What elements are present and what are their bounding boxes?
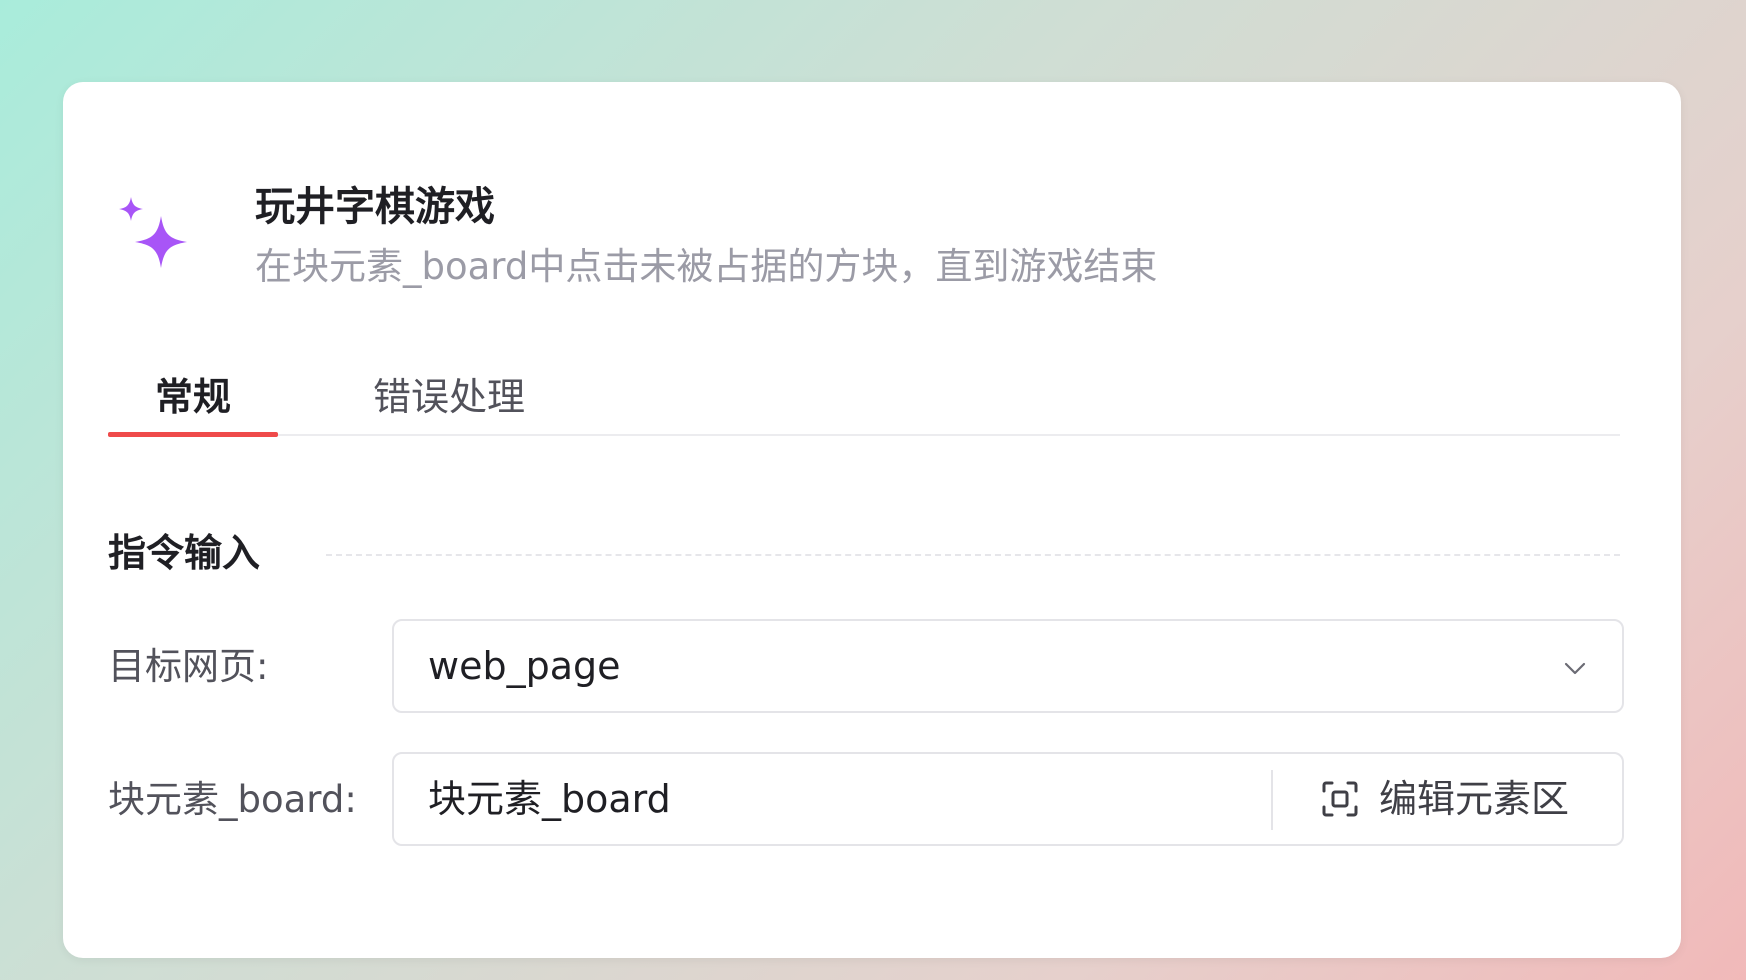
- tab-general[interactable]: 常规: [108, 372, 278, 437]
- target-webpage-select[interactable]: web_page: [392, 619, 1624, 713]
- tab-bar: 常规 错误处理: [108, 372, 1620, 437]
- edit-element-area-label: 编辑元素区: [1379, 777, 1570, 821]
- action-title: 玩井字棋游戏: [255, 184, 495, 230]
- board-element-field[interactable]: 块元素_board 编辑元素区: [392, 752, 1624, 846]
- scan-target-icon: [1322, 781, 1358, 817]
- section-title-input: 指令输入: [108, 531, 261, 575]
- board-element-value: 块元素_board: [428, 777, 671, 821]
- edit-element-area-button[interactable]: 编辑元素区: [1273, 754, 1622, 844]
- tab-error-handling[interactable]: 错误处理: [373, 372, 525, 434]
- action-config-card: 玩井字棋游戏 在块元素_board中点击未被占据的方块，直到游戏结束 常规 错误…: [63, 82, 1681, 958]
- target-webpage-label: 目标网页:: [108, 645, 269, 688]
- sparkle-icon: [119, 197, 187, 268]
- chevron-down-icon: [1564, 662, 1586, 675]
- section-divider: [326, 554, 1620, 556]
- board-element-label: 块元素_board:: [108, 778, 357, 821]
- action-description: 在块元素_board中点击未被占据的方块，直到游戏结束: [255, 245, 1158, 288]
- target-webpage-value: web_page: [428, 644, 621, 688]
